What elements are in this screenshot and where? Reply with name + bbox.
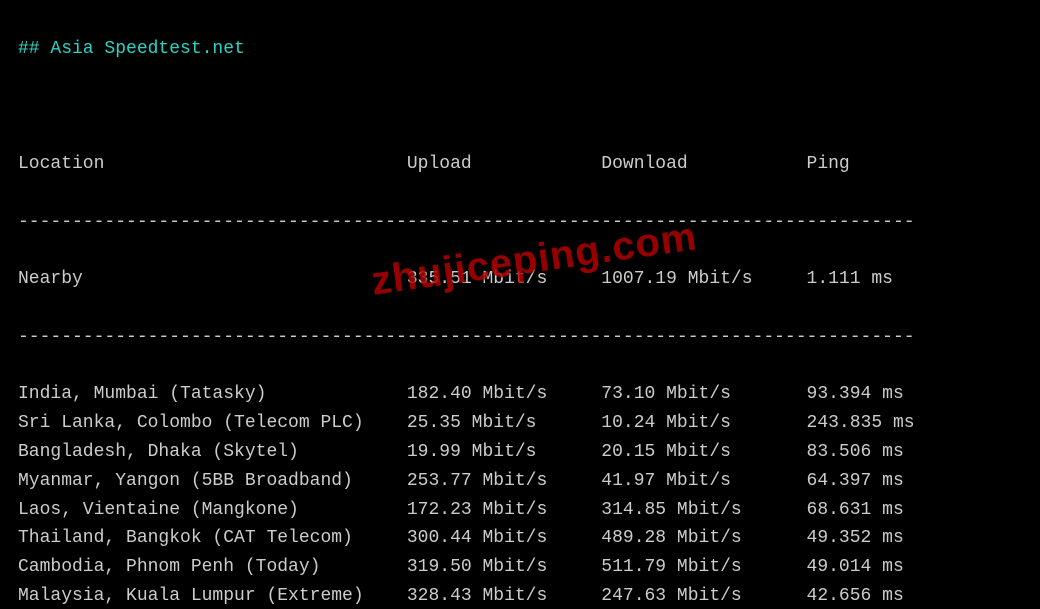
blank-line [18,92,1022,121]
terminal-output: ## Asia Speedtest.net Location Upload Do… [0,0,1040,609]
table-row: Malaysia, Kuala Lumpur (Extreme) 328.43 … [18,582,1022,609]
table-row: Myanmar, Yangon (5BB Broadband) 253.77 M… [18,467,1022,496]
table-row: Laos, Vientaine (Mangkone) 172.23 Mbit/s… [18,496,1022,525]
table-row: Sri Lanka, Colombo (Telecom PLC) 25.35 M… [18,409,1022,438]
table-header: Location Upload Download Ping [18,150,1022,179]
section-title: ## Asia Speedtest.net [18,39,245,59]
table-row: India, Mumbai (Tatasky) 182.40 Mbit/s 73… [18,380,1022,409]
table-row: Bangladesh, Dhaka (Skytel) 19.99 Mbit/s … [18,438,1022,467]
divider: ----------------------------------------… [18,323,1022,352]
table-row: Thailand, Bangkok (CAT Telecom) 300.44 M… [18,524,1022,553]
divider: ----------------------------------------… [18,208,1022,237]
table-body: India, Mumbai (Tatasky) 182.40 Mbit/s 73… [18,380,1022,609]
table-row: Nearby 335.51 Mbit/s 1007.19 Mbit/s 1.11… [18,265,1022,294]
table-row: Cambodia, Phnom Penh (Today) 319.50 Mbit… [18,553,1022,582]
